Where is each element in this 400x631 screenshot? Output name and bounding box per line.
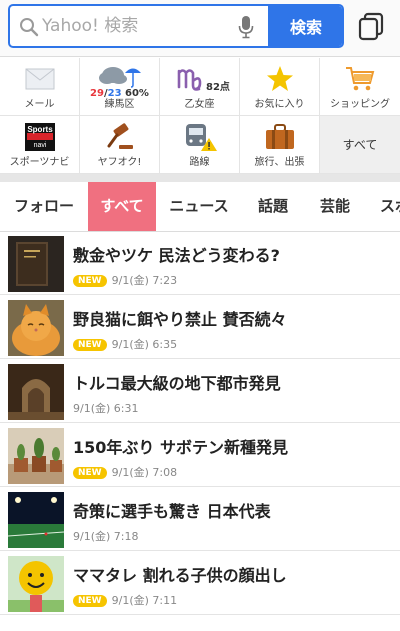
- list-item[interactable]: 野良猫に餌やり禁止 賛否続々 NEW 9/1(金) 6:35: [0, 296, 400, 359]
- horoscope-score: 82点: [206, 82, 230, 93]
- suitcase-icon: [265, 124, 294, 149]
- article-thumbnail: [8, 236, 64, 292]
- mail-icon: [25, 68, 54, 90]
- article-meta: 9/1(金) 6:31: [73, 400, 138, 416]
- shortcut-label: ヤフオク!: [97, 157, 142, 168]
- cart-icon: [346, 67, 375, 91]
- tab-news[interactable]: ニュース: [158, 182, 240, 231]
- article-date: 9/1(金) 7:08: [111, 466, 178, 479]
- category-tabs: フォロー すべて ニュース 話題 芸能 スポ: [0, 182, 400, 232]
- shortcut-shopping[interactable]: ショッピング: [320, 58, 400, 116]
- sportsnavi-logo-text: Sports: [27, 125, 53, 134]
- shortcut-weather[interactable]: 29/23 60% 練馬区: [80, 58, 160, 116]
- train-icon: [185, 124, 217, 151]
- article-title: 野良猫に餌やり禁止 賛否続々: [73, 310, 287, 329]
- article-date: 9/1(金) 7:18: [73, 530, 139, 543]
- shortcut-label: お気に入り: [254, 99, 305, 110]
- shortcut-horoscope[interactable]: 82点 乙女座: [160, 58, 240, 116]
- microphone-icon[interactable]: [238, 15, 254, 39]
- weather-icon: [98, 67, 141, 88]
- article-meta: 9/1(金) 7:18: [73, 528, 138, 544]
- list-item[interactable]: ママタレ 割れる子供の顔出し NEW 9/1(金) 7:11: [0, 552, 400, 615]
- header: 検索: [0, 0, 400, 57]
- article-title: 150年ぶり サボテン新種発見: [73, 438, 288, 457]
- new-badge: NEW: [73, 275, 107, 287]
- article-title: 奇策に選手も驚き 日本代表: [73, 502, 271, 521]
- tab-entertainment[interactable]: 芸能: [306, 182, 364, 231]
- new-badge: NEW: [73, 595, 107, 607]
- article-thumbnail: [8, 300, 64, 356]
- shortcut-label: 練馬区: [104, 99, 135, 110]
- search-input[interactable]: [42, 6, 232, 46]
- sportsnavi-logo-subtext: navi: [33, 142, 46, 149]
- article-meta: NEW 9/1(金) 7:08: [73, 464, 177, 480]
- shortcut-label: すべて: [342, 138, 378, 152]
- shortcut-grid: メール 29/23 60% 練馬区 82点 乙女座 お気に入り ショッピング S…: [0, 58, 400, 174]
- shortcut-label: メール: [24, 99, 55, 110]
- shortcut-transit[interactable]: 路線: [160, 116, 240, 174]
- article-meta: NEW 9/1(金) 6:35: [73, 336, 177, 352]
- shortcut-label: 路線: [189, 157, 210, 168]
- shortcut-favorites[interactable]: お気に入り: [240, 58, 320, 116]
- tab-follow[interactable]: フォロー: [0, 182, 88, 231]
- list-item[interactable]: 奇策に選手も驚き 日本代表 9/1(金) 7:18: [0, 488, 400, 551]
- article-date: 9/1(金) 7:11: [111, 594, 178, 607]
- article-title: 敷金やツケ 民法どう変わる?: [73, 246, 280, 265]
- article-title: トルコ最大級の地下都市発見: [73, 374, 281, 393]
- gavel-icon: [107, 123, 133, 149]
- shortcut-sportsnavi[interactable]: Sports navi スポーツナビ: [0, 116, 80, 174]
- sportsnavi-icon: Sports navi: [24, 123, 55, 151]
- shortcut-travel[interactable]: 旅行、出張: [240, 116, 320, 174]
- new-badge: NEW: [73, 339, 107, 351]
- search-icon: [20, 18, 39, 37]
- shortcut-all[interactable]: すべて: [320, 116, 400, 174]
- list-item[interactable]: 150年ぶり サボテン新種発見 NEW 9/1(金) 7:08: [0, 424, 400, 487]
- shortcut-label: 乙女座: [184, 99, 215, 110]
- virgo-icon: [177, 69, 202, 91]
- list-item[interactable]: 敷金やツケ 民法どう変わる? NEW 9/1(金) 7:23: [0, 232, 400, 295]
- search-box[interactable]: 検索: [8, 4, 344, 48]
- article-date: 9/1(金) 7:23: [111, 274, 178, 287]
- article-meta: NEW 9/1(金) 7:11: [73, 592, 177, 608]
- shortcut-label: 旅行、出張: [254, 157, 305, 168]
- browser-tabs-icon[interactable]: [357, 12, 385, 42]
- article-meta: NEW 9/1(金) 7:23: [73, 272, 177, 288]
- shortcut-mail[interactable]: メール: [0, 58, 80, 116]
- article-thumbnail: [8, 364, 64, 420]
- shortcut-label: スポーツナビ: [9, 157, 70, 168]
- article-date: 9/1(金) 6:35: [111, 338, 178, 351]
- shortcut-auction[interactable]: ヤフオク!: [80, 116, 160, 174]
- shortcut-label: ショッピング: [330, 99, 390, 110]
- new-badge: NEW: [73, 467, 107, 479]
- article-date: 9/1(金) 6:31: [73, 402, 139, 415]
- tab-topics[interactable]: 話題: [244, 182, 302, 231]
- star-icon: [266, 66, 293, 91]
- article-thumbnail: [8, 428, 64, 484]
- article-thumbnail: [8, 556, 64, 612]
- tab-sports[interactable]: スポ: [370, 182, 400, 231]
- section-divider: [0, 174, 400, 182]
- list-item[interactable]: トルコ最大級の地下都市発見 9/1(金) 6:31: [0, 360, 400, 423]
- article-title: ママタレ 割れる子供の顔出し: [73, 566, 287, 585]
- article-thumbnail: [8, 492, 64, 548]
- search-button[interactable]: 検索: [268, 6, 342, 46]
- tab-all[interactable]: すべて: [88, 182, 156, 231]
